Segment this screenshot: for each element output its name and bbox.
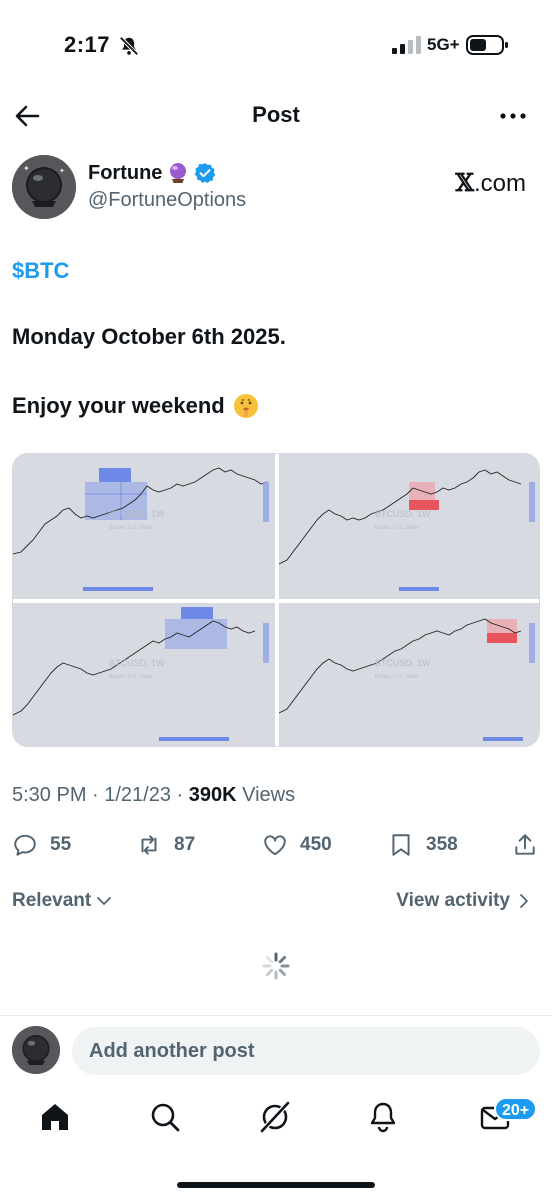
like-button[interactable]: 450 (262, 828, 332, 862)
chevron-right-icon (520, 894, 528, 908)
crystal-ball-avatar-icon (12, 1026, 60, 1074)
relevant-sort-dropdown[interactable]: Relevant (12, 890, 113, 912)
user-avatar[interactable] (12, 1026, 60, 1074)
chart-image-1[interactable]: BTCUSD, 1W Bitcoin / U.S. Dollar (13, 454, 275, 599)
grok-icon[interactable] (258, 1100, 292, 1134)
chart-symbol-watermark: BTCUSD, 1W (109, 509, 165, 519)
battery-icon (466, 35, 508, 55)
chart-symbol-watermark: BTCUSD, 1W (109, 658, 165, 668)
chart-subtitle-watermark: Bitcoin / U.S. Dollar (109, 525, 153, 531)
post-text-line-2-text: Enjoy your weekend (12, 393, 225, 418)
post-text-line-1: Monday October 6th 2025. (12, 324, 286, 349)
crystal-ball-avatar-icon: ✦ ✦ (12, 155, 76, 219)
svg-text:✦: ✦ (59, 167, 65, 175)
home-indicator[interactable] (177, 1182, 375, 1188)
post-header: Post (0, 92, 552, 140)
loading-spinner-icon (262, 952, 290, 980)
bottom-nav (0, 1090, 552, 1150)
replies-sort-row: Relevant View activity (12, 888, 542, 918)
post-timestamp[interactable]: 5:30 PM · 1/21/23 · (12, 784, 189, 806)
network-label: 5G+ (427, 35, 460, 54)
chart-image-3[interactable]: BTCUSD, 1W Bitcoin / U.S. Dollar (13, 603, 275, 746)
svg-text:✦: ✦ (23, 164, 30, 173)
status-time: 2:17 (64, 32, 111, 57)
messages-badge: 20+ (494, 1097, 538, 1121)
repost-icon (141, 835, 157, 855)
reply-button[interactable]: 55 (12, 828, 71, 862)
post-actions: 55 87 450 358 (12, 828, 542, 862)
post-meta: 5:30 PM · 1/21/23 · 390K Views (12, 784, 295, 807)
author-handle[interactable]: @FortuneOptions (88, 189, 246, 212)
composer-divider (0, 1015, 552, 1016)
price-chart-graphic: BTCUSD, 1W Bitcoin / U.S. Dollar (13, 603, 275, 746)
view-activity-link[interactable]: View activity (396, 890, 530, 912)
bell-off-icon (119, 36, 139, 56)
price-chart-graphic: BTCUSD, 1W Bitcoin / U.S. Dollar (13, 454, 275, 599)
signal-icon (392, 36, 421, 54)
author-avatar[interactable]: ✦ ✦ (12, 155, 76, 219)
repost-button[interactable]: 87 (136, 828, 195, 862)
chart-symbol-watermark: BTCUSD, 1W (375, 509, 431, 519)
add-post-input[interactable]: Add another post (72, 1027, 540, 1075)
repost-count: 87 (174, 834, 196, 855)
status-bar: 2:17 5G+ (0, 0, 552, 90)
chart-image-4[interactable]: BTCUSD, 1W Bitcoin / U.S. Dollar (279, 603, 539, 746)
x-logo-glyph: 𝕏 (455, 168, 474, 197)
chart-symbol-watermark: BTCUSD, 1W (375, 658, 431, 668)
reply-icon (14, 834, 36, 856)
notifications-bell-icon[interactable] (366, 1100, 400, 1134)
bookmark-icon (392, 834, 410, 856)
post-media-grid[interactable]: BTCUSD, 1W Bitcoin / U.S. Dollar BTCUSD,… (12, 453, 540, 747)
price-chart-graphic: BTCUSD, 1W Bitcoin / U.S. Dollar (279, 603, 539, 746)
page-title: Post (252, 102, 300, 127)
heart-icon (264, 835, 286, 856)
cashtag-link[interactable]: $BTC (12, 258, 69, 284)
price-chart-graphic: BTCUSD, 1W Bitcoin / U.S. Dollar (279, 454, 539, 599)
crystal-ball-emoji-icon (170, 163, 187, 183)
home-icon[interactable] (38, 1100, 72, 1134)
reply-count: 55 (50, 834, 72, 855)
share-button[interactable] (512, 828, 538, 862)
reply-composer: Add another post (12, 1026, 542, 1076)
author-name[interactable]: Fortune (88, 162, 162, 185)
source-label: 𝕏.com (455, 168, 526, 198)
chart-subtitle-watermark: Bitcoin / U.S. Dollar (375, 525, 419, 531)
share-icon (515, 834, 535, 855)
chevron-down-icon (97, 897, 112, 905)
shushing-face-emoji-icon (233, 394, 258, 418)
bookmark-button[interactable]: 358 (388, 828, 458, 862)
sort-label: Relevant (12, 890, 92, 911)
bookmark-count: 358 (426, 834, 458, 855)
more-options-icon[interactable] (496, 102, 530, 130)
chart-image-2[interactable]: BTCUSD, 1W Bitcoin / U.S. Dollar (279, 454, 539, 599)
view-activity-label: View activity (396, 890, 510, 911)
chart-subtitle-watermark: Bitcoin / U.S. Dollar (109, 674, 153, 680)
chart-subtitle-watermark: Bitcoin / U.S. Dollar (375, 674, 419, 680)
verified-badge-icon (195, 163, 216, 183)
post-author: ✦ ✦ Fortune @FortuneOptions 𝕏.com (12, 155, 542, 219)
search-icon[interactable] (148, 1100, 182, 1134)
like-count: 450 (300, 834, 332, 855)
post-text-line-2: Enjoy your weekend (12, 393, 259, 419)
views-label: Views (236, 784, 296, 806)
source-domain: .com (473, 170, 526, 197)
author-name-row: Fortune (88, 159, 216, 187)
views-count: 390K (188, 784, 237, 806)
